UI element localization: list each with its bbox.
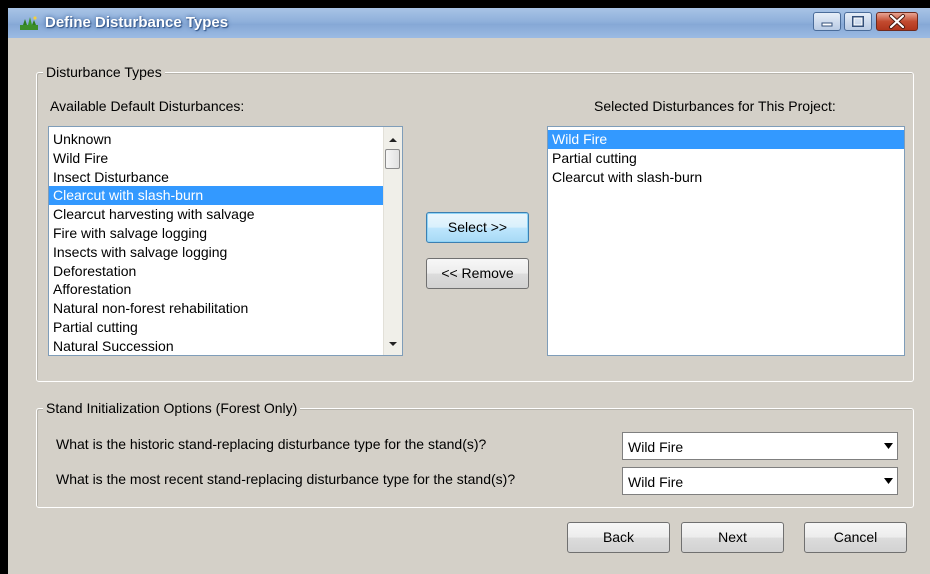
forest-app-icon <box>20 16 38 30</box>
scroll-up-icon[interactable] <box>387 133 399 147</box>
available-list-item[interactable]: Partial cutting <box>49 318 385 337</box>
selected-disturbances-label: Selected Disturbances for This Project: <box>594 98 836 114</box>
recent-disturbance-value: Wild Fire <box>628 474 684 490</box>
remove-button[interactable]: << Remove <box>426 258 529 289</box>
selected-disturbances-list[interactable]: Wild Fire Partial cutting Clearcut with sl… <box>547 126 905 356</box>
chevron-down-icon <box>884 478 893 484</box>
define-disturbance-types-dialog: Define Disturbance Types Disturbance Typ… <box>8 8 930 574</box>
cancel-button[interactable]: Cancel <box>804 522 907 553</box>
window-title: Define Disturbance Types <box>45 14 229 31</box>
available-list-scrollbar[interactable] <box>383 127 402 355</box>
available-list-item[interactable]: Unknown <box>49 130 385 149</box>
recent-disturbance-question: What is the most recent stand-replacing … <box>56 471 516 487</box>
close-icon <box>889 14 905 29</box>
disturbance-types-legend: Disturbance Types <box>43 64 165 80</box>
selected-list-item[interactable]: Clearcut with slash-burn <box>548 168 904 187</box>
available-list-item[interactable]: Fire with salvage logging <box>49 224 385 243</box>
scroll-down-icon[interactable] <box>387 337 399 351</box>
chevron-down-icon <box>884 443 893 449</box>
historic-disturbance-select[interactable]: Wild Fire <box>622 432 898 460</box>
available-list-item[interactable]: Natural Succession <box>49 337 385 355</box>
next-button[interactable]: Next <box>681 522 784 553</box>
back-button[interactable]: Back <box>567 522 670 553</box>
scroll-thumb[interactable] <box>385 149 400 169</box>
historic-disturbance-value: Wild Fire <box>628 439 684 455</box>
maximize-icon <box>852 16 864 27</box>
title-bar[interactable]: Define Disturbance Types <box>8 8 930 38</box>
available-list-item[interactable]: Clearcut harvesting with salvage <box>49 205 385 224</box>
available-list-item[interactable]: Clearcut with slash-burn <box>49 186 385 206</box>
close-button[interactable] <box>876 12 918 31</box>
available-list-item[interactable]: Deforestation <box>49 262 385 281</box>
stand-initialization-legend: Stand Initialization Options (Forest Onl… <box>43 400 301 416</box>
available-disturbances-label: Available Default Disturbances: <box>50 98 245 114</box>
historic-disturbance-question: What is the historic stand-replacing dis… <box>56 436 487 452</box>
minimize-icon <box>821 22 833 27</box>
select-button[interactable]: Select >> <box>426 212 529 243</box>
available-list-item[interactable]: Wild Fire <box>49 149 385 168</box>
selected-list-item[interactable]: Partial cutting <box>548 149 904 168</box>
available-list-item[interactable]: Natural non-forest rehabilitation <box>49 299 385 318</box>
available-list-item[interactable]: Afforestation <box>49 280 385 299</box>
available-list-item[interactable]: Insects with salvage logging <box>49 243 385 262</box>
available-list-item[interactable]: Insect Disturbance <box>49 168 385 187</box>
available-disturbances-list[interactable]: Unknown Wild Fire Insect Disturbance Clearc… <box>48 126 403 356</box>
maximize-button[interactable] <box>844 12 872 31</box>
minimize-button[interactable] <box>813 12 841 31</box>
selected-list-item[interactable]: Wild Fire <box>548 130 904 149</box>
recent-disturbance-select[interactable]: Wild Fire <box>622 467 898 495</box>
